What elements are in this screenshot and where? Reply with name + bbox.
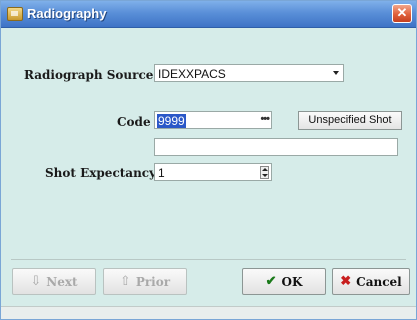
- lookup-icon[interactable]: •••: [260, 113, 270, 125]
- chevron-down-icon[interactable]: [333, 71, 339, 75]
- window-title: Radiography: [27, 6, 107, 21]
- shot-expectancy-value: 1: [158, 166, 165, 180]
- radiograph-source-label: Radiograph Source: [24, 68, 154, 82]
- prior-label: Prior: [135, 274, 171, 289]
- next-label: Next: [46, 274, 78, 289]
- check-icon: ✔: [265, 274, 277, 289]
- radiography-dialog: Radiography ✕ Radiograph Source IDEXXPAC…: [0, 0, 417, 320]
- x-icon: ✖: [340, 274, 352, 289]
- status-strip: [1, 306, 416, 319]
- radiograph-source-value: IDEXXPACS: [158, 67, 226, 81]
- title-bar[interactable]: Radiography ✕: [1, 1, 416, 28]
- shot-expectancy-input[interactable]: 1: [154, 163, 272, 181]
- ok-label: OK: [281, 274, 303, 289]
- unspecified-shot-button[interactable]: Unspecified Shot: [298, 111, 402, 130]
- spinner-icon[interactable]: [260, 166, 269, 179]
- close-icon[interactable]: ✕: [392, 4, 412, 23]
- divider: [11, 259, 406, 260]
- prior-button[interactable]: ⇧ Prior: [103, 268, 187, 295]
- app-icon: [7, 7, 23, 21]
- description-field[interactable]: [154, 138, 398, 156]
- cancel-label: Cancel: [356, 274, 402, 289]
- next-button[interactable]: ⇩ Next: [12, 268, 96, 295]
- code-label: Code: [117, 115, 151, 129]
- shot-expectancy-label: Shot Expectancy: [45, 166, 157, 180]
- ok-button[interactable]: ✔ OK: [242, 268, 326, 295]
- code-input[interactable]: 9999 •••: [154, 111, 272, 129]
- code-value: 9999: [157, 114, 186, 128]
- cancel-button[interactable]: ✖ Cancel: [332, 268, 410, 295]
- up-arrow-icon: ⇧: [119, 274, 131, 289]
- radiograph-source-select[interactable]: IDEXXPACS: [154, 64, 344, 82]
- down-arrow-icon: ⇩: [30, 274, 42, 289]
